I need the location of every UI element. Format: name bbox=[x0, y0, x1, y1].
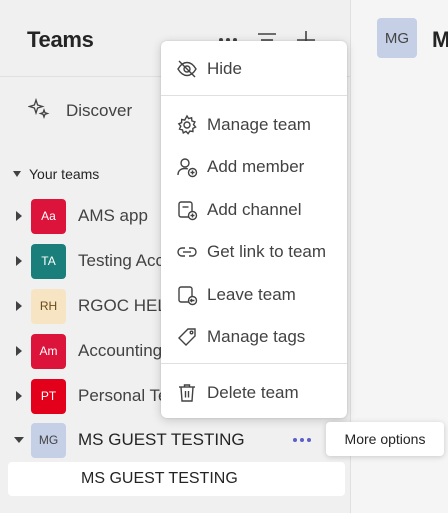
eye-off-icon bbox=[176, 58, 198, 80]
section-label: Your teams bbox=[29, 166, 100, 182]
menu-item-delete-team[interactable]: Delete team bbox=[161, 373, 347, 413]
trash-icon bbox=[176, 382, 198, 404]
more-options-button[interactable] bbox=[290, 430, 314, 450]
add-channel-icon bbox=[176, 199, 198, 221]
menu-item-add-member[interactable]: Add member bbox=[161, 147, 347, 187]
team-name: MS GUEST TESTING bbox=[78, 430, 245, 449]
sparkle-icon bbox=[27, 97, 50, 125]
chat-title: M bbox=[432, 27, 448, 52]
team-name: Testing Acc bbox=[78, 251, 164, 270]
team-name: Personal Te bbox=[78, 386, 168, 405]
team-name: AMS app bbox=[78, 206, 148, 225]
team-avatar: PT bbox=[31, 378, 66, 414]
link-icon bbox=[176, 241, 198, 263]
team-name: RGOC HELI bbox=[78, 296, 172, 315]
more-options-tooltip: More options bbox=[326, 422, 444, 456]
menu-label: Manage team bbox=[207, 115, 311, 134]
team-name: Accounting bbox=[78, 341, 163, 360]
caret-right-icon bbox=[16, 346, 22, 356]
chat-avatar[interactable]: MG bbox=[377, 18, 417, 58]
team-avatar: Am bbox=[31, 333, 66, 369]
channel-name: MS GUEST TESTING bbox=[81, 470, 238, 487]
team-avatar: MG bbox=[31, 422, 66, 458]
menu-item-hide[interactable]: Hide bbox=[161, 49, 347, 89]
leave-icon bbox=[176, 284, 198, 306]
team-avatar: TA bbox=[31, 243, 66, 279]
more-icon bbox=[293, 438, 311, 442]
menu-item-get-link[interactable]: Get link to team bbox=[161, 232, 347, 272]
team-avatar: RH bbox=[31, 288, 66, 324]
menu-divider bbox=[161, 363, 347, 364]
add-person-icon bbox=[176, 156, 198, 178]
channel-item[interactable]: MS GUEST TESTING bbox=[8, 462, 345, 496]
team-avatar: Aa bbox=[31, 198, 66, 234]
menu-label: Add channel bbox=[207, 200, 302, 219]
team-options-menu: Hide Manage team Add member Add channel … bbox=[161, 41, 347, 418]
discover-label: Discover bbox=[66, 101, 133, 120]
discover-item[interactable]: Discover bbox=[27, 94, 133, 128]
your-teams-section[interactable]: Your teams bbox=[13, 166, 99, 182]
menu-divider bbox=[161, 95, 347, 96]
gear-icon bbox=[176, 114, 198, 136]
caret-right-icon bbox=[16, 391, 22, 401]
menu-item-manage-tags[interactable]: Manage tags bbox=[161, 317, 347, 357]
menu-label: Get link to team bbox=[207, 242, 327, 261]
menu-label: Manage tags bbox=[207, 327, 306, 346]
caret-down-icon bbox=[13, 171, 21, 177]
tag-icon bbox=[176, 326, 198, 348]
caret-right-icon bbox=[16, 256, 22, 266]
menu-item-leave-team[interactable]: Leave team bbox=[161, 275, 347, 315]
menu-item-manage-team[interactable]: Manage team bbox=[161, 105, 347, 145]
caret-right-icon bbox=[16, 301, 22, 311]
menu-label: Leave team bbox=[207, 285, 296, 304]
page-title: Teams bbox=[27, 27, 94, 52]
menu-label: Add member bbox=[207, 157, 305, 176]
menu-label: Delete team bbox=[207, 383, 299, 402]
caret-down-icon bbox=[14, 437, 24, 443]
caret-right-icon bbox=[16, 211, 22, 221]
menu-item-add-channel[interactable]: Add channel bbox=[161, 190, 347, 230]
menu-label: Hide bbox=[207, 59, 242, 78]
